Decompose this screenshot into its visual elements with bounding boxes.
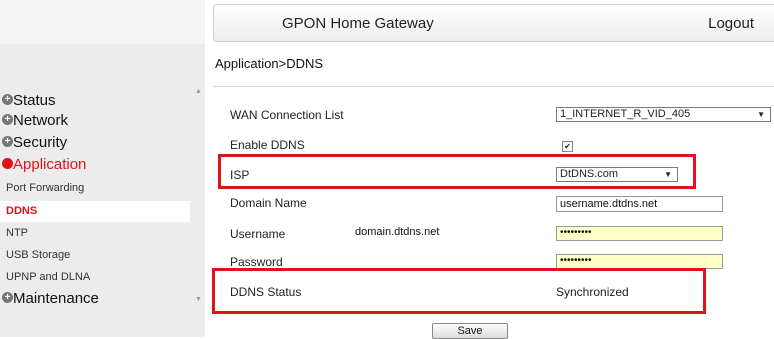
password-input[interactable]: ••••••••• xyxy=(556,254,723,269)
domain-name-input[interactable]: username.dtdns.net xyxy=(556,196,723,212)
plus-icon: + xyxy=(2,292,13,303)
top-header: GPON Home Gateway Logout xyxy=(213,4,774,42)
sidebar-header-area xyxy=(0,0,205,44)
sidebar-subitem-label: Port Forwarding xyxy=(6,182,85,194)
enable-ddns-checkbox[interactable]: ✔ xyxy=(562,141,573,152)
plus-icon: + xyxy=(2,114,13,125)
sidebar-subitem-ntp[interactable]: NTP xyxy=(0,223,190,244)
username-label: Username xyxy=(230,227,286,241)
header-divider xyxy=(213,86,774,87)
plus-icon: + xyxy=(2,94,13,105)
wan-connection-value: 1_INTERNET_R_VID_405 xyxy=(560,108,691,120)
sidebar-item-label: Maintenance xyxy=(13,290,99,307)
sidebar-subitem-label: DDNS xyxy=(6,205,38,217)
wan-connection-label: WAN Connection List xyxy=(230,108,344,122)
sidebar-subitem-upnp-dlna[interactable]: UPNP and DLNA xyxy=(0,267,190,288)
sidebar-item-network[interactable]: + Network xyxy=(0,110,190,132)
scroll-down-arrow-icon[interactable]: ▼ xyxy=(195,296,202,303)
scroll-up-arrow-icon[interactable]: ▲ xyxy=(195,88,202,95)
sidebar-item-application[interactable]: Application xyxy=(0,154,190,176)
app-title: GPON Home Gateway xyxy=(282,15,434,32)
sidebar-item-label: Status xyxy=(13,92,56,109)
sidebar-subitem-label: USB Storage xyxy=(6,249,71,261)
username-hint-text: domain.dtdns.net xyxy=(355,226,440,238)
sidebar-subitem-usb-storage[interactable]: USB Storage xyxy=(0,245,190,266)
sidebar-item-label: Network xyxy=(13,112,69,129)
wan-connection-select[interactable]: 1_INTERNET_R_VID_405 ▼ xyxy=(556,107,771,122)
sidebar-subitem-ddns[interactable]: DDNS xyxy=(0,201,190,222)
status-highlight-box xyxy=(212,268,706,314)
sidebar-subitem-label: NTP xyxy=(6,227,28,239)
enable-ddns-label: Enable DDNS xyxy=(230,138,305,152)
username-input[interactable]: ••••••••• xyxy=(556,226,723,241)
sidebar-item-security[interactable]: + Security xyxy=(0,132,190,154)
sidebar-item-label: Security xyxy=(13,134,68,151)
password-label: Password xyxy=(230,255,283,269)
sidebar-subitem-label: UPNP and DLNA xyxy=(6,271,91,283)
sidebar-subitem-port-forwarding[interactable]: Port Forwarding xyxy=(0,178,190,199)
breadcrumb: Application>DDNS xyxy=(215,56,324,71)
sidebar-item-maintenance[interactable]: + Maintenance xyxy=(0,288,190,310)
sidebar-item-status[interactable]: + Status xyxy=(0,90,190,112)
logout-link[interactable]: Logout xyxy=(708,15,754,32)
isp-highlight-box xyxy=(218,154,696,189)
plus-icon: + xyxy=(2,136,13,147)
sidebar-item-label: Application xyxy=(13,156,87,173)
minus-icon xyxy=(2,158,13,169)
domain-name-label: Domain Name xyxy=(230,196,307,210)
dropdown-arrow-icon: ▼ xyxy=(757,110,765,119)
